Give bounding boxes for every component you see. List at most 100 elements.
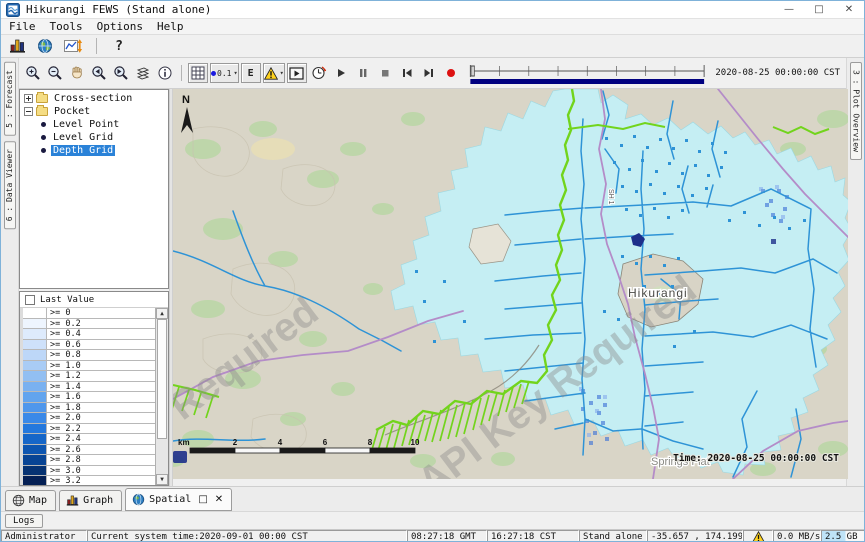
menu-help[interactable]: Help xyxy=(157,20,184,33)
legend-swatch xyxy=(23,466,47,476)
step-begin-button[interactable] xyxy=(397,63,417,83)
legend-row: >= 0 xyxy=(23,308,155,319)
timeseries-display-icon[interactable] xyxy=(63,36,84,56)
tab-data-viewer[interactable]: 6 : Data Viewer xyxy=(4,141,16,229)
info-icon[interactable] xyxy=(155,63,175,83)
last-value-checkbox[interactable] xyxy=(25,295,35,305)
zoom-out-icon[interactable] xyxy=(45,63,65,83)
tree-node-level-point[interactable]: Level Point xyxy=(20,118,168,131)
status-system-time: Current system time:2020-09-01 00:00 CST xyxy=(87,530,407,542)
layers-icon[interactable] xyxy=(133,63,153,83)
tree-node-label[interactable]: Level Point xyxy=(51,119,121,130)
legend-row: >= 1.6 xyxy=(23,392,155,403)
status-mode: Stand alone xyxy=(579,530,647,542)
bottom-tab-bar: Map Graph Spatial □ ✕ xyxy=(1,486,864,511)
tree-node-label-selected[interactable]: Depth Grid xyxy=(51,145,115,156)
help-button[interactable]: ? xyxy=(109,36,129,56)
record-button[interactable] xyxy=(441,63,461,83)
road-label: SH 1 xyxy=(607,189,614,205)
content-row: 5 : Forecast 6 : Data Viewer xyxy=(1,58,864,486)
folder-icon xyxy=(36,94,48,103)
minimize-button[interactable]: — xyxy=(774,1,804,18)
svg-text:2: 2 xyxy=(233,438,238,447)
menu-options[interactable]: Options xyxy=(97,20,143,33)
tree-node-level-grid[interactable]: Level Grid xyxy=(20,131,168,144)
warning-icon xyxy=(264,67,278,80)
legend-swatch xyxy=(23,319,47,329)
tab-forecast[interactable]: 5 : Forecast xyxy=(4,62,16,136)
scroll-down-icon[interactable]: ▼ xyxy=(156,474,168,485)
leaf-bullet-icon xyxy=(41,148,46,153)
zoom-next-icon[interactable] xyxy=(111,63,131,83)
tab-close-icon[interactable]: ✕ xyxy=(215,494,223,505)
warning-dropdown[interactable]: ▾ xyxy=(263,63,285,83)
explorer-icon[interactable] xyxy=(7,36,27,56)
labels-button[interactable]: E xyxy=(241,63,261,83)
window-title: Hikurangi FEWS (Stand alone) xyxy=(26,3,211,16)
collapse-icon[interactable] xyxy=(24,107,33,116)
layer-tree: Cross-section Pocket Level Point xyxy=(19,89,169,289)
step-end-button[interactable] xyxy=(419,63,439,83)
zoom-previous-icon[interactable] xyxy=(89,63,109,83)
warning-icon xyxy=(752,531,765,542)
threshold-dot-icon xyxy=(211,71,216,76)
legend-row: >= 1.0 xyxy=(23,361,155,372)
logs-row: Logs xyxy=(1,511,864,529)
map-time-overlay: Time: 2020-08-25 00:00:00 CST xyxy=(673,453,839,464)
maximize-button[interactable]: □ xyxy=(804,1,834,18)
time-slider[interactable] xyxy=(463,58,709,88)
threshold-dropdown[interactable]: 0.1 ▾ xyxy=(210,63,239,83)
tab-maximize-icon[interactable]: □ xyxy=(198,494,207,505)
status-warning-cell[interactable] xyxy=(743,530,773,542)
tree-node-depth-grid[interactable]: Depth Grid xyxy=(20,144,168,157)
folder-icon xyxy=(36,107,48,116)
logs-button[interactable]: Logs xyxy=(5,514,43,528)
scrollbar-thumb[interactable] xyxy=(157,319,167,439)
menu-file[interactable]: File xyxy=(9,20,36,33)
globe-icon xyxy=(12,494,25,507)
pan-icon[interactable] xyxy=(67,63,87,83)
leaf-bullet-icon xyxy=(41,122,46,127)
toolbar-separator xyxy=(96,38,97,54)
legend-row: >= 0.8 xyxy=(23,350,155,361)
spatial-display-icon[interactable] xyxy=(35,36,55,56)
legend-scrollbar[interactable]: ▲ ▼ xyxy=(155,308,168,485)
expand-icon[interactable] xyxy=(24,94,33,103)
grid-display-button[interactable] xyxy=(188,63,208,83)
tab-graph[interactable]: Graph xyxy=(59,490,122,511)
window-controls: — □ ✕ xyxy=(774,1,864,18)
movie-player-button[interactable] xyxy=(287,63,307,83)
tree-node-label[interactable]: Pocket xyxy=(52,106,92,117)
legend-swatch xyxy=(23,403,47,413)
legend-row: >= 1.8 xyxy=(23,403,155,414)
toolbar-separator xyxy=(181,65,182,81)
tab-map[interactable]: Map xyxy=(5,490,56,511)
legend-row: >= 0.4 xyxy=(23,329,155,340)
tree-node-label[interactable]: Level Grid xyxy=(51,132,115,143)
pause-button[interactable] xyxy=(353,63,373,83)
tab-spatial[interactable]: Spatial □ ✕ xyxy=(125,488,232,511)
tab-spatial-label: Spatial xyxy=(149,494,191,505)
tree-node-pocket[interactable]: Pocket xyxy=(20,105,168,118)
zoom-in-icon[interactable] xyxy=(23,63,43,83)
tree-node-cross-section[interactable]: Cross-section xyxy=(20,92,168,105)
tab-plot-overview[interactable]: 3 : Plot Overview xyxy=(850,62,862,160)
time-slider-thumb[interactable] xyxy=(471,66,474,76)
scroll-up-icon[interactable]: ▲ xyxy=(156,308,168,319)
legend-swatch xyxy=(23,308,47,318)
app-logo-icon xyxy=(6,3,20,17)
svg-text:8: 8 xyxy=(368,438,373,447)
animation-clock-icon[interactable] xyxy=(309,63,329,83)
legend-swatch xyxy=(23,434,47,444)
legend-row: >= 2.6 xyxy=(23,445,155,456)
chevron-down-icon: ▾ xyxy=(233,69,237,77)
spatial-map[interactable]: API Key Required API Key Required Hikura… xyxy=(173,89,848,479)
close-button[interactable]: ✕ xyxy=(834,1,864,18)
legend-swatch xyxy=(23,455,47,465)
play-button[interactable] xyxy=(331,63,351,83)
menu-tools[interactable]: Tools xyxy=(50,20,83,33)
main-toolbar: ? xyxy=(1,35,864,58)
tree-node-label[interactable]: Cross-section xyxy=(52,93,134,104)
stop-button[interactable] xyxy=(375,63,395,83)
legend-swatch xyxy=(23,392,47,402)
